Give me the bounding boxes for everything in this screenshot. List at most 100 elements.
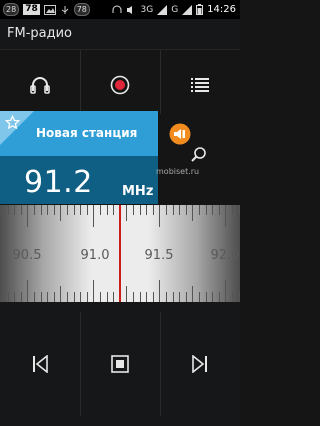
- notification-badge: 28: [3, 3, 20, 16]
- top-toolbar: [0, 50, 240, 120]
- notification-badge: 78: [73, 3, 90, 16]
- dial-tick: [86, 292, 88, 302]
- playback-controls: [0, 302, 240, 426]
- skip-previous-icon: [33, 355, 48, 373]
- dial-tick: [73, 292, 75, 302]
- status-left: 28 78 78: [3, 2, 90, 17]
- dial-tick: [185, 205, 187, 215]
- carrier-label: G: [171, 4, 179, 15]
- dial-label: 91.0: [80, 248, 110, 263]
- headphones-status-icon: [112, 5, 122, 13]
- dial-tick: [93, 205, 95, 227]
- dial-tick: [47, 205, 49, 215]
- dial-tick: [40, 292, 42, 302]
- dial-tick: [93, 280, 95, 302]
- dial-tick: [218, 205, 220, 215]
- dial-tick: [238, 205, 240, 215]
- dial-tick: [60, 205, 62, 221]
- dial-tick: [172, 292, 174, 302]
- headphones-icon: [30, 77, 50, 94]
- dial-tick: [27, 280, 29, 302]
- dial-tick: [199, 205, 200, 215]
- dial-tick: [100, 205, 101, 215]
- dial-label: 91.5: [144, 248, 174, 263]
- dial-tick: [80, 292, 82, 302]
- dial-tick: [225, 280, 227, 302]
- previous-button[interactable]: [0, 302, 80, 426]
- dial-tick: [146, 292, 148, 302]
- dial-label: 92.0: [210, 248, 240, 263]
- dial-tick: [126, 286, 128, 302]
- dial-tick: [159, 280, 161, 302]
- dial-tick: [113, 205, 115, 215]
- dial-tick: [152, 205, 154, 215]
- dial-tick: [1, 292, 2, 302]
- stop-button[interactable]: [80, 302, 160, 426]
- dial-tick: [126, 205, 128, 221]
- dial-label: 90.5: [12, 248, 42, 263]
- star-icon[interactable]: [5, 115, 20, 130]
- dial-tick: [113, 292, 115, 302]
- dial-tick: [166, 205, 167, 215]
- side-actions: [168, 122, 218, 192]
- dial-tick: [212, 205, 214, 215]
- signal-icon: [157, 4, 168, 15]
- status-bar: 28 78 78 3G G 14:26: [0, 0, 240, 19]
- notification-badge: 78: [23, 4, 40, 15]
- dial-tick: [27, 205, 29, 227]
- image-icon: [43, 4, 56, 15]
- dial-tick: [1, 205, 2, 215]
- clock: 14:26: [207, 4, 236, 15]
- dial-tick: [47, 292, 49, 302]
- station-card: Новая станция 91.2 MHz: [0, 111, 158, 204]
- dial-tick: [14, 205, 16, 215]
- watermark: mobiset.ru: [156, 167, 200, 176]
- title-bar: FM-радио: [0, 19, 240, 50]
- dial-tick: [139, 205, 141, 215]
- dial-tick: [185, 292, 187, 302]
- speaker-icon[interactable]: [168, 122, 192, 146]
- dial-tick: [232, 292, 233, 302]
- dial-tick: [86, 205, 88, 215]
- headphones-button[interactable]: [0, 50, 80, 120]
- dial-tick: [205, 205, 207, 215]
- dial-tick: [133, 205, 134, 215]
- status-right: 3G G 14:26: [112, 2, 236, 17]
- usb-icon: [61, 5, 69, 14]
- battery-icon: [196, 4, 204, 15]
- dial-tick: [40, 205, 42, 215]
- dial-tick: [34, 292, 35, 302]
- tuning-needle[interactable]: [119, 205, 121, 302]
- dial-tick: [179, 292, 181, 302]
- dial-tick: [73, 205, 75, 215]
- dial-tick: [106, 292, 108, 302]
- dial-tick: [20, 292, 22, 302]
- dial-tick: [20, 205, 22, 215]
- next-button[interactable]: [160, 302, 240, 426]
- list-icon: [191, 78, 209, 92]
- dial-tick: [179, 205, 181, 215]
- dial-tick: [166, 292, 167, 302]
- dial-tick: [7, 205, 9, 215]
- dial-tick: [172, 205, 174, 215]
- dial-tick: [80, 205, 82, 215]
- dial-tick: [106, 205, 108, 215]
- record-icon: [110, 75, 130, 95]
- network-type: 3G: [140, 4, 154, 15]
- dial-tick: [133, 292, 134, 302]
- dial-tick: [205, 292, 207, 302]
- dial-tick: [212, 292, 214, 302]
- dial-tick: [67, 205, 68, 215]
- dial-tick: [7, 292, 9, 302]
- frequency-unit: MHz: [122, 184, 154, 199]
- dial-tick: [146, 205, 148, 215]
- record-button[interactable]: [80, 50, 160, 120]
- skip-next-icon: [192, 355, 207, 373]
- dial-tick: [53, 205, 55, 215]
- dial-tick: [34, 205, 35, 215]
- dial-tick: [100, 292, 101, 302]
- dial-tick: [139, 292, 141, 302]
- channel-list-button[interactable]: [160, 50, 240, 120]
- dial-tick: [232, 205, 233, 215]
- search-icon[interactable]: [190, 146, 208, 164]
